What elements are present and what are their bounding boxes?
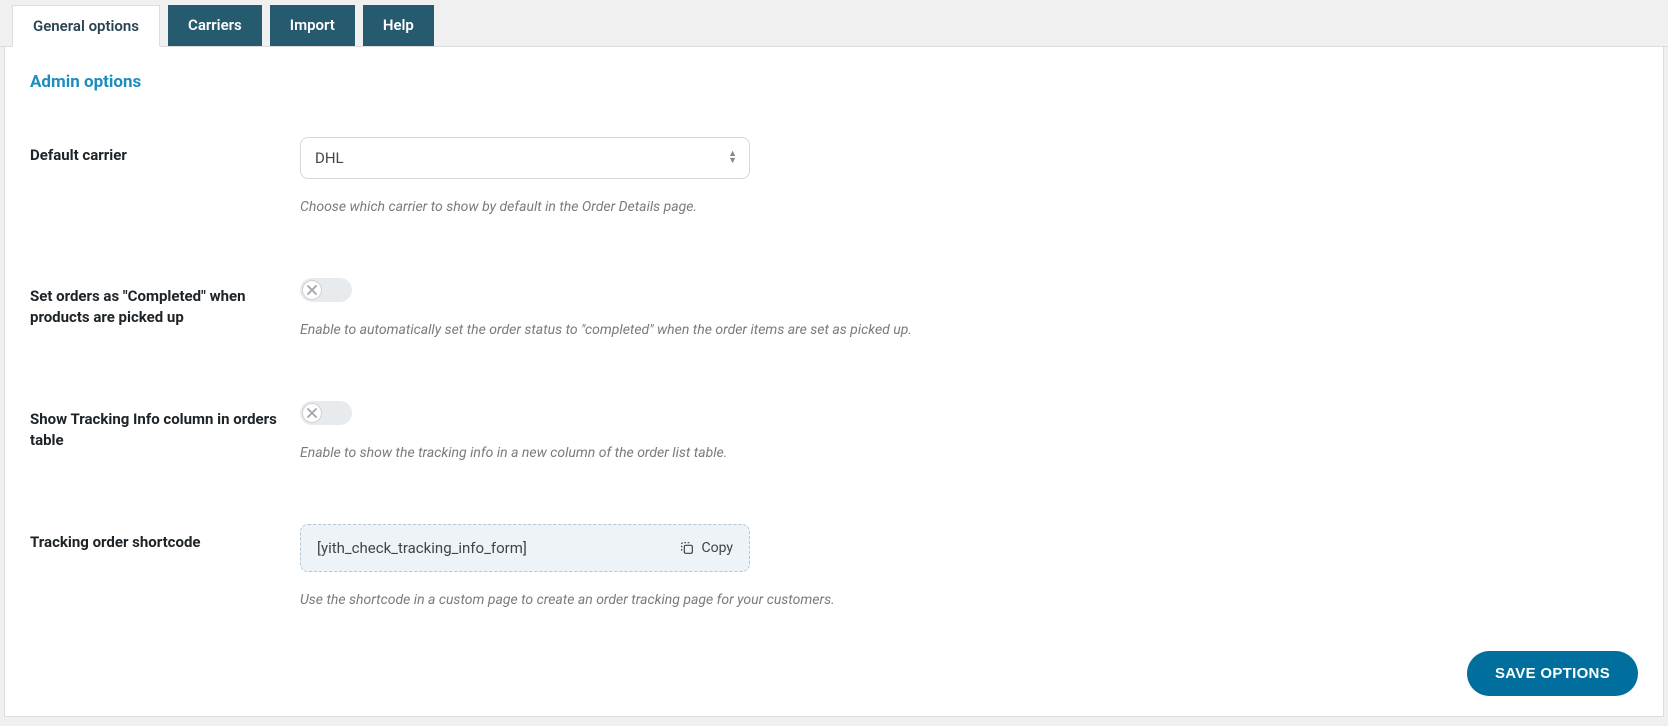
row-completed-on-pickup: Set orders as "Completed" when products … [30,278,1638,341]
tab-help[interactable]: Help [363,5,434,46]
control-default-carrier: DHL ▲ ▼ Choose which carrier to show by … [300,137,1638,218]
shortcode-box: [yith_check_tracking_info_form] Copy [300,524,750,572]
shortcode-value: [yith_check_tracking_info_form] [317,539,527,557]
save-button[interactable]: SAVE OPTIONS [1467,651,1638,696]
default-carrier-value: DHL [315,149,344,167]
toggle-completed-on-pickup[interactable] [300,278,352,302]
close-icon [302,403,322,423]
chevron-updown-icon: ▲ ▼ [728,151,737,165]
control-completed-on-pickup: Enable to automatically set the order st… [300,278,1638,341]
tab-general-options[interactable]: General options [12,5,160,47]
copy-button[interactable]: Copy [679,540,733,556]
label-default-carrier: Default carrier [30,137,300,166]
toggle-tracking-column[interactable] [300,401,352,425]
copy-icon [679,540,695,556]
control-shortcode: [yith_check_tracking_info_form] Copy Use… [300,524,1638,611]
copy-label: Copy [701,540,733,556]
tab-carriers[interactable]: Carriers [168,5,262,46]
section-title: Admin options [30,72,1638,92]
default-carrier-select[interactable]: DHL ▲ ▼ [300,137,750,179]
tabs-bar: General options Carriers Import Help [0,0,1668,47]
label-completed-on-pickup: Set orders as "Completed" when products … [30,278,300,328]
settings-panel: Admin options Default carrier DHL ▲ ▼ Ch… [4,47,1664,717]
row-tracking-column: Show Tracking Info column in orders tabl… [30,401,1638,464]
control-tracking-column: Enable to show the tracking info in a ne… [300,401,1638,464]
tab-import[interactable]: Import [270,5,355,46]
row-shortcode: Tracking order shortcode [yith_check_tra… [30,524,1638,611]
help-tracking-column: Enable to show the tracking info in a ne… [300,443,1638,464]
help-completed-on-pickup: Enable to automatically set the order st… [300,320,1638,341]
help-shortcode: Use the shortcode in a custom page to cr… [300,590,1638,611]
label-tracking-column: Show Tracking Info column in orders tabl… [30,401,300,451]
row-default-carrier: Default carrier DHL ▲ ▼ Choose which car… [30,137,1638,218]
help-default-carrier: Choose which carrier to show by default … [300,197,1638,218]
close-icon [302,280,322,300]
label-shortcode: Tracking order shortcode [30,524,300,553]
